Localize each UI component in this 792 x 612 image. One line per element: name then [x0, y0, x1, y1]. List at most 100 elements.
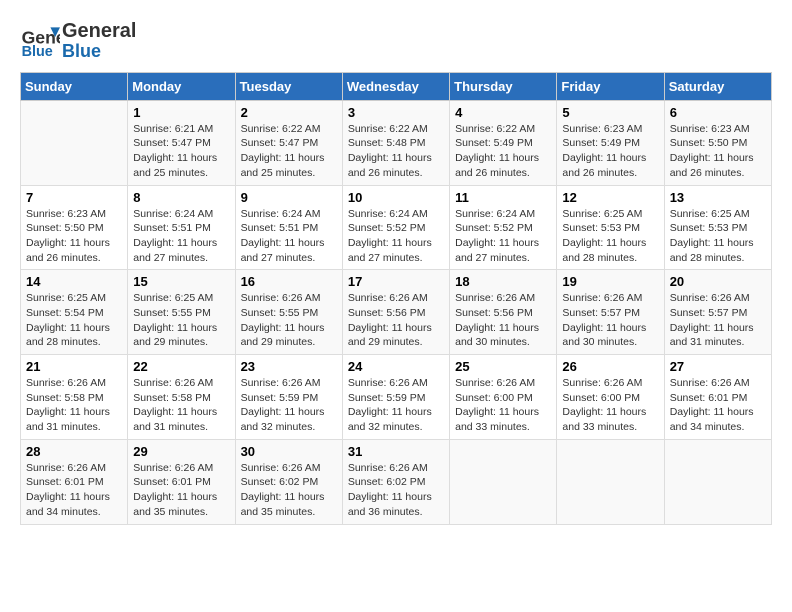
calendar-cell: 3 Sunrise: 6:22 AM Sunset: 5:48 PM Daylig… [342, 100, 449, 185]
day-number: 22 [133, 359, 229, 374]
column-header-sunday: Sunday [21, 72, 128, 100]
calendar-header-row: SundayMondayTuesdayWednesdayThursdayFrid… [21, 72, 772, 100]
calendar-cell: 13 Sunrise: 6:25 AM Sunset: 5:53 PM Dayli… [664, 185, 771, 270]
day-number: 11 [455, 190, 551, 205]
calendar-cell: 29 Sunrise: 6:26 AM Sunset: 6:01 PM Dayli… [128, 439, 235, 524]
calendar-cell: 26 Sunrise: 6:26 AM Sunset: 6:00 PM Dayli… [557, 355, 664, 440]
calendar-cell: 6 Sunrise: 6:23 AM Sunset: 5:50 PM Daylig… [664, 100, 771, 185]
day-number: 6 [670, 105, 766, 120]
calendar-cell: 25 Sunrise: 6:26 AM Sunset: 6:00 PM Dayli… [450, 355, 557, 440]
column-header-thursday: Thursday [450, 72, 557, 100]
day-info: Sunrise: 6:26 AM Sunset: 6:01 PM Dayligh… [133, 461, 229, 520]
day-number: 29 [133, 444, 229, 459]
day-number: 15 [133, 274, 229, 289]
day-info: Sunrise: 6:26 AM Sunset: 5:55 PM Dayligh… [241, 291, 337, 350]
day-number: 19 [562, 274, 658, 289]
column-header-wednesday: Wednesday [342, 72, 449, 100]
calendar-week-row: 28Sunrise: 6:26 AM Sunset: 6:01 PM Dayli… [21, 439, 772, 524]
day-info: Sunrise: 6:26 AM Sunset: 5:56 PM Dayligh… [455, 291, 551, 350]
day-number: 12 [562, 190, 658, 205]
calendar-cell: 1Sunrise: 6:21 AM Sunset: 5:47 PM Daylig… [128, 100, 235, 185]
day-info: Sunrise: 6:25 AM Sunset: 5:54 PM Dayligh… [26, 291, 122, 350]
day-info: Sunrise: 6:26 AM Sunset: 5:56 PM Dayligh… [348, 291, 444, 350]
day-number: 31 [348, 444, 444, 459]
calendar-cell: 30Sunrise: 6:26 AM Sunset: 6:02 PM Dayli… [235, 439, 342, 524]
day-number: 4 [455, 105, 551, 120]
day-number: 21 [26, 359, 122, 374]
day-number: 14 [26, 274, 122, 289]
day-info: Sunrise: 6:24 AM Sunset: 5:52 PM Dayligh… [455, 207, 551, 266]
logo-blue: Blue [62, 42, 136, 62]
page-header: General Blue General Blue [20, 20, 772, 62]
calendar-cell: 20Sunrise: 6:26 AM Sunset: 5:57 PM Dayli… [664, 270, 771, 355]
calendar-cell: 2 Sunrise: 6:22 AM Sunset: 5:47 PM Daylig… [235, 100, 342, 185]
calendar-cell: 21 Sunrise: 6:26 AM Sunset: 5:58 PM Dayli… [21, 355, 128, 440]
day-info: Sunrise: 6:26 AM Sunset: 6:02 PM Dayligh… [348, 461, 444, 520]
day-info: Sunrise: 6:23 AM Sunset: 5:50 PM Dayligh… [670, 122, 766, 181]
calendar-cell: 14 Sunrise: 6:25 AM Sunset: 5:54 PM Dayli… [21, 270, 128, 355]
day-info: Sunrise: 6:24 AM Sunset: 5:52 PM Dayligh… [348, 207, 444, 266]
day-number: 1 [133, 105, 229, 120]
day-info: Sunrise: 6:23 AM Sunset: 5:50 PM Dayligh… [26, 207, 122, 266]
day-number: 2 [241, 105, 337, 120]
calendar-cell [450, 439, 557, 524]
calendar-cell: 18 Sunrise: 6:26 AM Sunset: 5:56 PM Dayli… [450, 270, 557, 355]
day-info: Sunrise: 6:26 AM Sunset: 5:59 PM Dayligh… [348, 376, 444, 435]
calendar-cell: 23 Sunrise: 6:26 AM Sunset: 5:59 PM Dayli… [235, 355, 342, 440]
calendar-cell [664, 439, 771, 524]
calendar-cell: 24 Sunrise: 6:26 AM Sunset: 5:59 PM Dayli… [342, 355, 449, 440]
calendar-week-row: 1Sunrise: 6:21 AM Sunset: 5:47 PM Daylig… [21, 100, 772, 185]
calendar-week-row: 14 Sunrise: 6:25 AM Sunset: 5:54 PM Dayli… [21, 270, 772, 355]
day-number: 25 [455, 359, 551, 374]
calendar-cell: 31 Sunrise: 6:26 AM Sunset: 6:02 PM Dayli… [342, 439, 449, 524]
calendar-cell: 12Sunrise: 6:25 AM Sunset: 5:53 PM Dayli… [557, 185, 664, 270]
calendar-cell [557, 439, 664, 524]
calendar-cell: 11 Sunrise: 6:24 AM Sunset: 5:52 PM Dayli… [450, 185, 557, 270]
day-info: Sunrise: 6:25 AM Sunset: 5:53 PM Dayligh… [670, 207, 766, 266]
day-number: 24 [348, 359, 444, 374]
day-number: 7 [26, 190, 122, 205]
calendar-cell: 5Sunrise: 6:23 AM Sunset: 5:49 PM Daylig… [557, 100, 664, 185]
day-number: 16 [241, 274, 337, 289]
calendar-cell: 22 Sunrise: 6:26 AM Sunset: 5:58 PM Dayli… [128, 355, 235, 440]
calendar-cell: 27 Sunrise: 6:26 AM Sunset: 6:01 PM Dayli… [664, 355, 771, 440]
day-number: 3 [348, 105, 444, 120]
day-number: 23 [241, 359, 337, 374]
day-info: Sunrise: 6:26 AM Sunset: 5:57 PM Dayligh… [562, 291, 658, 350]
logo: General Blue General Blue [20, 20, 136, 62]
day-info: Sunrise: 6:26 AM Sunset: 5:57 PM Dayligh… [670, 291, 766, 350]
day-info: Sunrise: 6:22 AM Sunset: 5:49 PM Dayligh… [455, 122, 551, 181]
day-number: 18 [455, 274, 551, 289]
day-number: 8 [133, 190, 229, 205]
column-header-tuesday: Tuesday [235, 72, 342, 100]
day-info: Sunrise: 6:24 AM Sunset: 5:51 PM Dayligh… [241, 207, 337, 266]
day-number: 10 [348, 190, 444, 205]
calendar-cell: 15Sunrise: 6:25 AM Sunset: 5:55 PM Dayli… [128, 270, 235, 355]
day-info: Sunrise: 6:26 AM Sunset: 5:59 PM Dayligh… [241, 376, 337, 435]
calendar-week-row: 21 Sunrise: 6:26 AM Sunset: 5:58 PM Dayli… [21, 355, 772, 440]
day-info: Sunrise: 6:26 AM Sunset: 5:58 PM Dayligh… [133, 376, 229, 435]
calendar-cell: 16 Sunrise: 6:26 AM Sunset: 5:55 PM Dayli… [235, 270, 342, 355]
day-info: Sunrise: 6:26 AM Sunset: 5:58 PM Dayligh… [26, 376, 122, 435]
logo-general: General [62, 20, 136, 42]
day-info: Sunrise: 6:26 AM Sunset: 6:01 PM Dayligh… [670, 376, 766, 435]
calendar-cell: 9Sunrise: 6:24 AM Sunset: 5:51 PM Daylig… [235, 185, 342, 270]
day-number: 27 [670, 359, 766, 374]
column-header-monday: Monday [128, 72, 235, 100]
day-info: Sunrise: 6:26 AM Sunset: 6:00 PM Dayligh… [562, 376, 658, 435]
day-number: 13 [670, 190, 766, 205]
day-number: 5 [562, 105, 658, 120]
calendar-cell: 17 Sunrise: 6:26 AM Sunset: 5:56 PM Dayli… [342, 270, 449, 355]
day-number: 26 [562, 359, 658, 374]
calendar-cell: 10 Sunrise: 6:24 AM Sunset: 5:52 PM Dayli… [342, 185, 449, 270]
calendar-week-row: 7 Sunrise: 6:23 AM Sunset: 5:50 PM Daylig… [21, 185, 772, 270]
day-info: Sunrise: 6:22 AM Sunset: 5:48 PM Dayligh… [348, 122, 444, 181]
day-info: Sunrise: 6:22 AM Sunset: 5:47 PM Dayligh… [241, 122, 337, 181]
day-number: 17 [348, 274, 444, 289]
day-info: Sunrise: 6:26 AM Sunset: 6:01 PM Dayligh… [26, 461, 122, 520]
svg-text:Blue: Blue [22, 44, 53, 60]
day-info: Sunrise: 6:26 AM Sunset: 6:00 PM Dayligh… [455, 376, 551, 435]
day-info: Sunrise: 6:26 AM Sunset: 6:02 PM Dayligh… [241, 461, 337, 520]
calendar-cell [21, 100, 128, 185]
day-info: Sunrise: 6:24 AM Sunset: 5:51 PM Dayligh… [133, 207, 229, 266]
